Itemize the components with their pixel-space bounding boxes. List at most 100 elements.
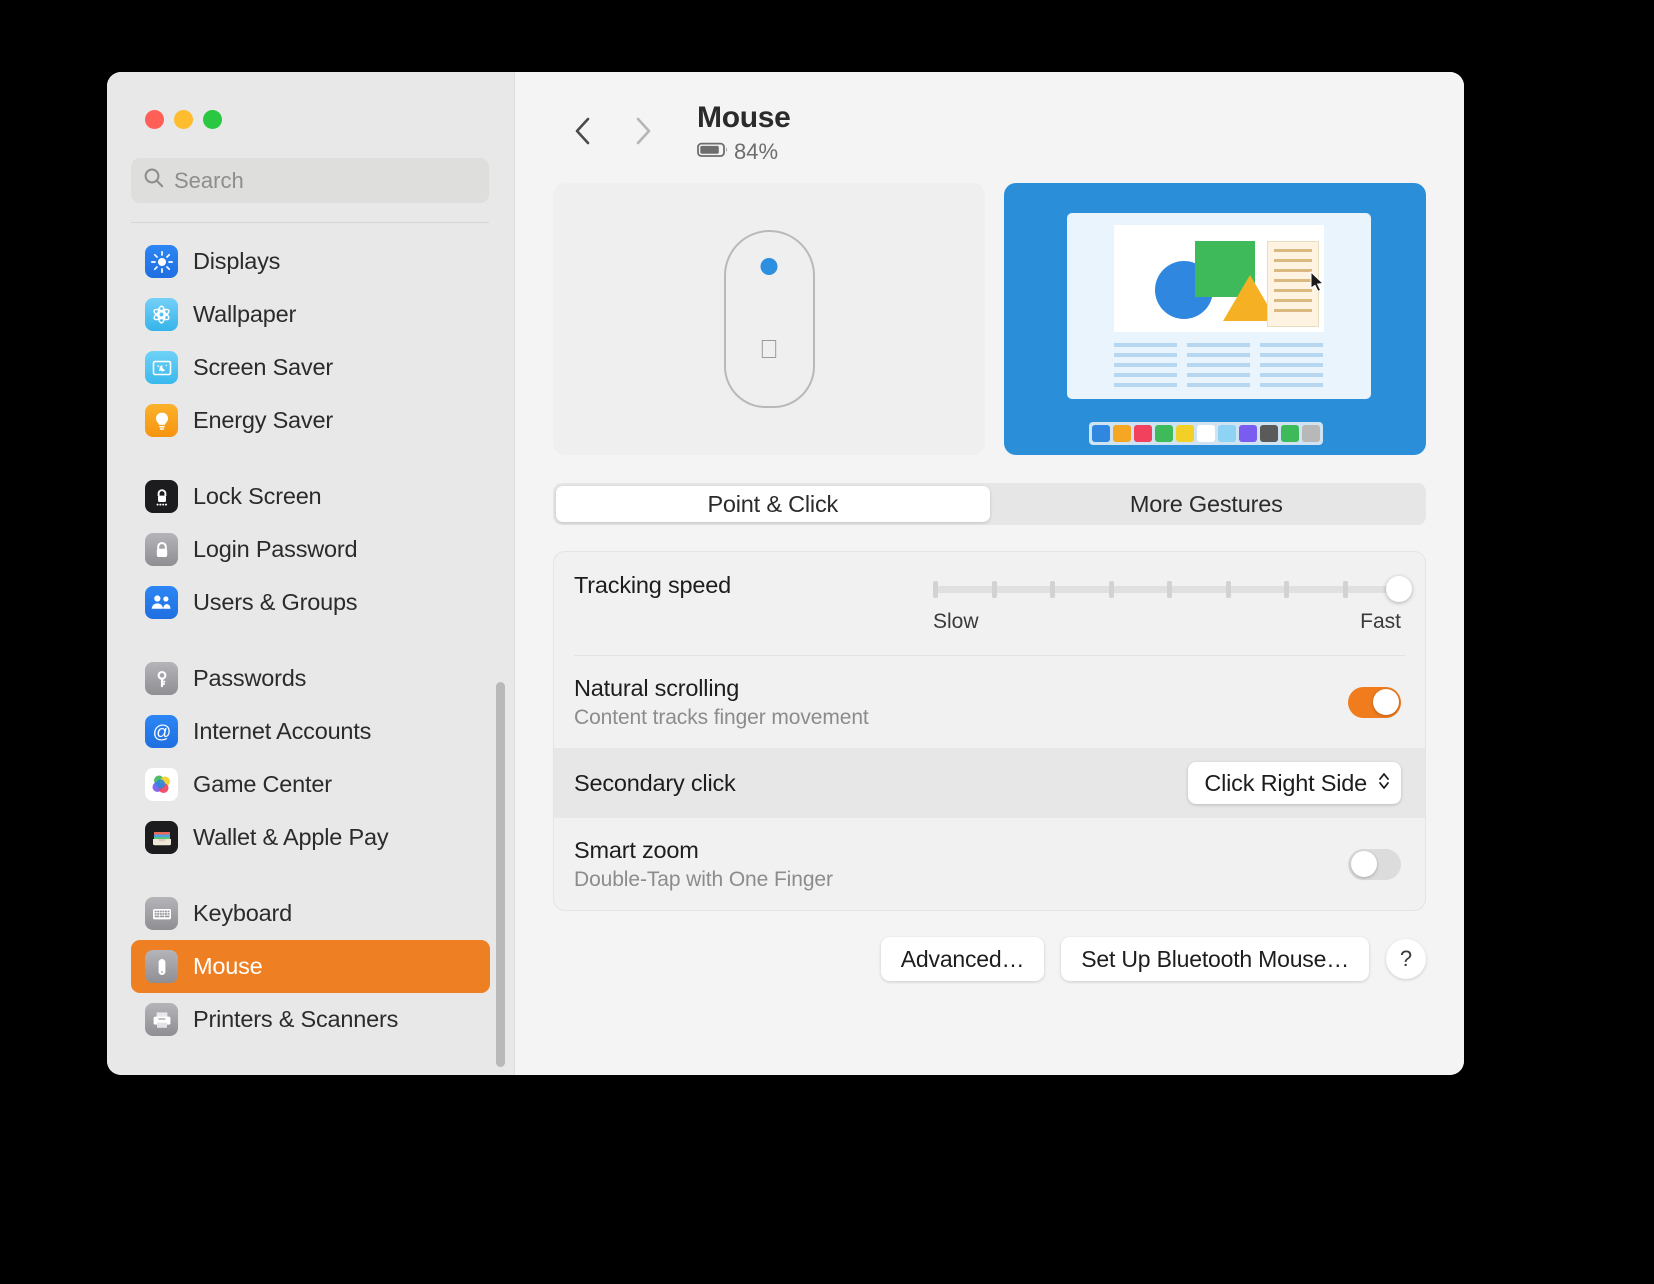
sidebar-item-label: Users & Groups bbox=[193, 589, 358, 615]
sidebar-item-mouse[interactable]: Mouse bbox=[131, 940, 490, 993]
battery-percent: 84% bbox=[734, 139, 779, 164]
sidebar-item-printers-scanners[interactable]: Printers & Scanners bbox=[131, 993, 490, 1046]
swatch bbox=[1218, 425, 1236, 442]
tracking-speed-label-col: Tracking speed bbox=[574, 572, 933, 599]
window-controls bbox=[107, 72, 514, 129]
natural-scrolling-toggle[interactable] bbox=[1348, 686, 1401, 718]
sidebar: Search Displays Wallpaper Screen Saver E… bbox=[107, 72, 515, 1075]
sidebar-item-label: Printers & Scanners bbox=[193, 1006, 399, 1032]
swatch bbox=[1281, 425, 1299, 442]
sidebar-group-1: Displays Wallpaper Screen Saver Energy S… bbox=[131, 235, 490, 447]
swatch bbox=[1176, 425, 1194, 442]
sidebar-item-users-groups[interactable]: Users & Groups bbox=[131, 576, 490, 629]
game-center-icon bbox=[145, 768, 178, 801]
header: Mouse 84% bbox=[515, 72, 1464, 165]
sidebar-scrollbar[interactable] bbox=[496, 682, 505, 1067]
sidebar-item-screen-saver[interactable]: Screen Saver bbox=[131, 341, 490, 394]
sidebar-item-wallpaper[interactable]: Wallpaper bbox=[131, 288, 490, 341]
footer-buttons: Advanced… Set Up Bluetooth Mouse… ? bbox=[553, 937, 1426, 981]
main-content: Mouse 84%  bbox=[515, 72, 1464, 1075]
secondary-click-label: Secondary click bbox=[574, 769, 736, 796]
back-button[interactable] bbox=[553, 100, 613, 162]
tracking-speed-label: Tracking speed bbox=[574, 572, 731, 598]
device-preview:  bbox=[553, 183, 985, 455]
sidebar-item-game-center[interactable]: Game Center bbox=[131, 758, 490, 811]
sidebar-item-label: Game Center bbox=[193, 771, 332, 797]
sidebar-item-energy-saver[interactable]: Energy Saver bbox=[131, 394, 490, 447]
passwords-key-icon bbox=[145, 662, 178, 695]
gesture-text-column bbox=[1260, 343, 1323, 393]
wallet-icon bbox=[145, 821, 178, 854]
tab-bar: Point & Click More Gestures bbox=[553, 483, 1426, 525]
forward-button[interactable] bbox=[613, 100, 673, 162]
secondary-click-dropdown[interactable]: Click Right Side bbox=[1188, 762, 1401, 804]
swatch bbox=[1113, 425, 1131, 442]
swatch bbox=[1239, 425, 1257, 442]
mouse-indicator-dot bbox=[760, 258, 778, 275]
printers-scanners-icon bbox=[145, 1003, 178, 1036]
internet-accounts-at-icon: @ bbox=[145, 715, 178, 748]
slider-tick bbox=[1108, 581, 1114, 598]
sidebar-item-label: Mouse bbox=[193, 953, 263, 979]
lock-screen-icon bbox=[145, 480, 178, 513]
displays-icon bbox=[145, 245, 178, 278]
sidebar-item-label: Passwords bbox=[193, 665, 307, 691]
help-button[interactable]: ? bbox=[1386, 939, 1426, 979]
slider-tick bbox=[1167, 581, 1172, 598]
sidebar-item-passwords[interactable]: Passwords bbox=[131, 652, 490, 705]
swatch bbox=[1134, 425, 1152, 442]
set-up-bluetooth-mouse-button[interactable]: Set Up Bluetooth Mouse… bbox=[1061, 937, 1369, 981]
wallpaper-icon bbox=[145, 298, 178, 331]
sidebar-item-keyboard[interactable]: Keyboard bbox=[131, 887, 490, 940]
gesture-text-column bbox=[1114, 343, 1177, 393]
page-title: Mouse bbox=[697, 101, 791, 134]
gesture-text-columns bbox=[1114, 343, 1323, 393]
sidebar-item-internet-accounts[interactable]: @ Internet Accounts bbox=[131, 705, 490, 758]
tab-more-gestures[interactable]: More Gestures bbox=[990, 486, 1424, 522]
slider-track[interactable] bbox=[933, 576, 1412, 602]
swatch bbox=[1197, 425, 1215, 442]
sidebar-item-label: Lock Screen bbox=[193, 483, 322, 509]
slider-tick bbox=[1050, 581, 1055, 598]
energy-saver-icon bbox=[145, 404, 178, 437]
sidebar-item-lock-screen[interactable]: Lock Screen bbox=[131, 470, 490, 523]
maximize-button[interactable] bbox=[203, 110, 222, 129]
apple-logo-icon:  bbox=[759, 336, 779, 362]
slider-tick bbox=[1284, 581, 1289, 598]
slider-max-label: Fast bbox=[1360, 610, 1401, 633]
battery-status: 84% bbox=[697, 139, 791, 165]
secondary-click-row[interactable]: Secondary click Click Right Side bbox=[554, 748, 1425, 818]
battery-icon bbox=[697, 140, 730, 164]
toggle-knob bbox=[1372, 689, 1399, 715]
advanced-button[interactable]: Advanced… bbox=[880, 937, 1045, 981]
mouse-icon bbox=[145, 950, 178, 983]
tracking-speed-slider[interactable]: Slow Fast bbox=[933, 572, 1412, 634]
smart-zoom-label-col: Smart zoom Double-Tap with One Finger bbox=[574, 837, 1348, 892]
natural-scrolling-label: Natural scrolling bbox=[574, 674, 740, 701]
sidebar-item-login-password[interactable]: Login Password bbox=[131, 523, 490, 576]
sidebar-item-displays[interactable]: Displays bbox=[131, 235, 490, 288]
system-settings-window: Search Displays Wallpaper Screen Saver E… bbox=[107, 72, 1464, 1075]
slider-tick bbox=[933, 581, 938, 598]
gesture-window-mock bbox=[1067, 213, 1371, 399]
natural-scrolling-row: Natural scrolling Content tracks finger … bbox=[554, 656, 1425, 748]
secondary-click-label-col: Secondary click bbox=[574, 770, 1188, 797]
slider-thumb[interactable] bbox=[1386, 576, 1412, 602]
secondary-click-value: Click Right Side bbox=[1204, 769, 1367, 796]
smart-zoom-sublabel: Double-Tap with One Finger bbox=[574, 867, 833, 891]
sidebar-item-label: Internet Accounts bbox=[193, 718, 372, 744]
search-input[interactable]: Search bbox=[131, 158, 489, 203]
close-button[interactable] bbox=[145, 110, 164, 129]
sidebar-item-label: Keyboard bbox=[193, 900, 292, 926]
users-groups-icon bbox=[145, 586, 178, 619]
slider-tick bbox=[991, 581, 997, 598]
gesture-color-swatch-bar bbox=[1089, 422, 1323, 445]
sidebar-item-label: Displays bbox=[193, 248, 281, 274]
sidebar-item-label: Wallet & Apple Pay bbox=[193, 824, 389, 850]
smart-zoom-toggle[interactable] bbox=[1348, 848, 1401, 880]
tab-point-and-click[interactable]: Point & Click bbox=[556, 486, 990, 522]
minimize-button[interactable] bbox=[174, 110, 193, 129]
sidebar-item-label: Wallpaper bbox=[193, 301, 297, 327]
hero-row:  bbox=[515, 165, 1464, 455]
sidebar-item-wallet-apple-pay[interactable]: Wallet & Apple Pay bbox=[131, 811, 490, 864]
